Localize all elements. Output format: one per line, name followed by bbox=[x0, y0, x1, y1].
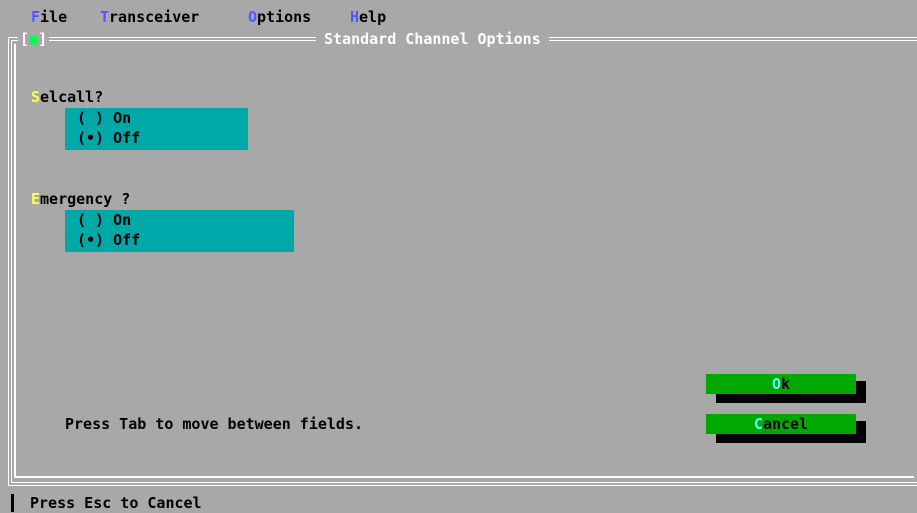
ok-button-hotkey: O bbox=[771, 375, 781, 393]
menu-transceiver[interactable]: Transceiver bbox=[100, 7, 199, 27]
selcall-label-text: elcall? bbox=[40, 88, 104, 106]
status-text: Press Esc to Cancel bbox=[30, 494, 202, 512]
menu-help-label: elp bbox=[359, 8, 387, 26]
hint-text: Press Tab to move between fields. bbox=[65, 415, 364, 433]
emergency-radio-on[interactable]: ( ) On bbox=[65, 210, 294, 230]
menu-options-label: ptions bbox=[257, 8, 312, 26]
status-bar: Press Esc to Cancel bbox=[0, 493, 917, 513]
menu-file[interactable]: File bbox=[31, 7, 67, 27]
ok-button-wrapper: Ok bbox=[706, 374, 866, 404]
close-icon: ■ bbox=[29, 30, 39, 48]
emergency-radio-group: ( ) On (•) Off bbox=[65, 210, 294, 252]
menu-transceiver-hotkey: T bbox=[100, 8, 110, 26]
selcall-label: Selcall? bbox=[31, 87, 103, 107]
menu-file-hotkey: F bbox=[31, 8, 41, 26]
close-bracket-right: ] bbox=[38, 30, 48, 48]
close-bracket-left: [ bbox=[20, 30, 30, 48]
emergency-label-hotkey: E bbox=[31, 190, 41, 208]
ok-button-label: k bbox=[781, 375, 791, 393]
selcall-label-hotkey: S bbox=[31, 88, 41, 106]
selcall-radio-group: ( ) On (•) Off bbox=[65, 108, 248, 150]
emergency-radio-off[interactable]: (•) Off bbox=[65, 230, 294, 250]
menu-options[interactable]: Options bbox=[248, 7, 311, 27]
window-title: Standard Channel Options bbox=[316, 29, 549, 49]
emergency-label-text: mergency ? bbox=[40, 190, 131, 208]
cancel-button-hotkey: C bbox=[753, 415, 763, 433]
window-close-button[interactable]: [■] bbox=[18, 29, 50, 49]
cancel-button-wrapper: Cancel bbox=[706, 414, 866, 444]
menu-file-label: ile bbox=[40, 8, 68, 26]
ok-button[interactable]: Ok bbox=[706, 374, 856, 394]
menu-help-hotkey: H bbox=[350, 8, 360, 26]
status-bar-marker bbox=[11, 494, 14, 512]
selcall-radio-off[interactable]: (•) Off bbox=[65, 128, 248, 148]
menu-options-hotkey: O bbox=[248, 8, 258, 26]
menu-bar: File Transceiver Options Help bbox=[0, 7, 917, 27]
cancel-button-label: ancel bbox=[762, 415, 809, 433]
emergency-label: Emergency ? bbox=[31, 189, 130, 209]
menu-help[interactable]: Help bbox=[350, 7, 386, 27]
selcall-radio-on[interactable]: ( ) On bbox=[65, 108, 248, 128]
cancel-button[interactable]: Cancel bbox=[706, 414, 856, 434]
menu-transceiver-label: ransceiver bbox=[109, 8, 200, 26]
